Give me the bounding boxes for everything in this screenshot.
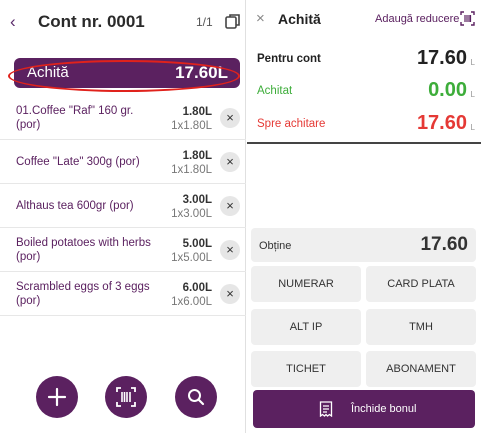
item-price: 3.00L bbox=[182, 194, 212, 206]
item-name: Boiled potatoes with herbs (por) bbox=[16, 237, 151, 263]
received-value: 17.60 bbox=[420, 234, 468, 255]
remove-item-button[interactable]: × bbox=[220, 240, 240, 260]
barcode-icon bbox=[116, 387, 136, 407]
receipt-icon bbox=[319, 401, 333, 417]
close-icon[interactable]: × bbox=[256, 10, 265, 28]
summary-label: Pentru cont bbox=[257, 53, 321, 65]
back-icon[interactable]: ‹ bbox=[10, 10, 30, 34]
add-discount-link[interactable]: Adaugă reducere bbox=[375, 12, 459, 26]
item-price: 1.80L bbox=[182, 150, 212, 162]
page-indicator: 1/1 bbox=[196, 15, 213, 29]
item-price: 6.00L bbox=[182, 282, 212, 294]
add-item-button[interactable] bbox=[36, 376, 78, 418]
item-price: 5.00L bbox=[182, 238, 212, 250]
item-name: Scrambled eggs of 3 eggs (por) bbox=[16, 281, 150, 307]
payment-method-alt-ip[interactable]: ALT IP bbox=[251, 309, 361, 345]
remove-item-button[interactable]: × bbox=[220, 284, 240, 304]
payment-method-tmh[interactable]: TMH bbox=[366, 309, 476, 345]
item-quantity: 1x1.80L bbox=[171, 164, 212, 176]
list-item[interactable]: Coffee "Late" 300g (por) 1.80L 1x1.80L × bbox=[0, 140, 246, 184]
list-item[interactable]: Scrambled eggs of 3 eggs (por) 6.00L 1x6… bbox=[0, 272, 246, 316]
item-name: Coffee "Late" 300g (por) bbox=[16, 156, 140, 168]
item-quantity: 1x6.00L bbox=[171, 296, 212, 308]
summary-row-total: Pentru cont 17.60 L bbox=[247, 42, 481, 76]
search-button[interactable] bbox=[175, 376, 217, 418]
plus-icon bbox=[47, 387, 67, 407]
payment-method-card[interactable]: CARD PLATA bbox=[366, 266, 476, 302]
list-item[interactable]: Althaus tea 600gr (por) 3.00L 1x3.00L × bbox=[0, 184, 246, 228]
barcode-icon[interactable] bbox=[460, 11, 475, 26]
search-icon bbox=[188, 389, 205, 406]
item-list: 01.Coffee "Raf" 160 gr. (por) 1.80L 1x1.… bbox=[0, 96, 246, 316]
item-price: 1.80L bbox=[182, 106, 212, 118]
received-amount-field[interactable]: Obține 17.60 bbox=[251, 228, 476, 262]
summary-row-paid: Achitat 0.00 L bbox=[247, 74, 481, 108]
summary-currency: L bbox=[470, 90, 475, 99]
list-item[interactable]: 01.Coffee "Raf" 160 gr. (por) 1.80L 1x1.… bbox=[0, 96, 246, 140]
remove-item-button[interactable]: × bbox=[220, 152, 240, 172]
summary-value: 0.00 bbox=[428, 79, 467, 101]
summary-label: Spre achitare bbox=[257, 118, 326, 130]
summary-divider bbox=[247, 142, 481, 144]
highlight-annotation bbox=[8, 60, 240, 92]
item-quantity: 1x5.00L bbox=[171, 252, 212, 264]
summary-value: 17.60 bbox=[416, 47, 467, 69]
payment-title: Achită bbox=[278, 11, 321, 27]
item-name: 01.Coffee "Raf" 160 gr. (por) bbox=[16, 105, 134, 131]
item-quantity: 1x3.00L bbox=[171, 208, 212, 220]
copy-icon[interactable] bbox=[225, 13, 241, 30]
bill-panel: ‹ Cont nr. 0001 1/1 Achită 17.60L 01.Cof… bbox=[0, 0, 246, 433]
bill-header: ‹ Cont nr. 0001 1/1 bbox=[0, 0, 246, 44]
remove-item-button[interactable]: × bbox=[220, 108, 240, 128]
summary-row-due: Spre achitare 17.60 L bbox=[247, 107, 481, 141]
close-receipt-label: Închide bonul bbox=[351, 403, 417, 415]
summary-currency: L bbox=[470, 58, 475, 67]
summary-currency: L bbox=[470, 123, 475, 132]
payment-method-ticket[interactable]: TICHET bbox=[251, 351, 361, 387]
scan-barcode-button[interactable] bbox=[105, 376, 147, 418]
payment-method-subscription[interactable]: ABONAMENT bbox=[366, 351, 476, 387]
payment-panel: × Achită Adaugă reducere Pentru cont 17.… bbox=[247, 0, 481, 433]
item-quantity: 1x1.80L bbox=[171, 120, 212, 132]
item-name: Althaus tea 600gr (por) bbox=[16, 200, 134, 212]
summary-label: Achitat bbox=[257, 85, 293, 97]
received-label: Obține bbox=[259, 240, 292, 252]
bill-title: Cont nr. 0001 bbox=[38, 12, 145, 31]
payment-header: × Achită Adaugă reducere bbox=[247, 0, 481, 40]
summary-value: 17.60 bbox=[416, 112, 467, 134]
remove-item-button[interactable]: × bbox=[220, 196, 240, 216]
list-item[interactable]: Boiled potatoes with herbs (por) 5.00L 1… bbox=[0, 228, 246, 272]
payment-method-cash[interactable]: NUMERAR bbox=[251, 266, 361, 302]
close-receipt-button[interactable]: Închide bonul bbox=[253, 390, 475, 428]
